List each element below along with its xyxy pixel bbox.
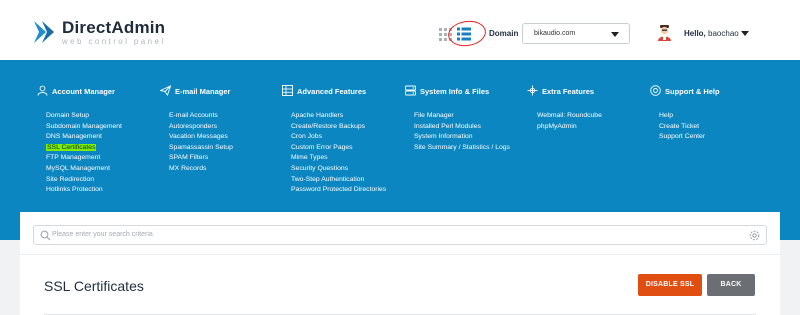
brand-name: DirectAdmin xyxy=(62,18,166,37)
lifebuoy-icon xyxy=(650,85,661,96)
menu-item-cron-jobs[interactable]: Cron Jobs xyxy=(291,132,386,143)
menu-item-create-restore-backups[interactable]: Create/Restore Backups xyxy=(291,122,386,133)
menu-item-ftp-management[interactable]: FTP Management xyxy=(46,153,122,164)
menu-item-file-manager[interactable]: File Manager xyxy=(414,111,510,122)
brand-tagline: web control panel xyxy=(62,37,166,46)
menu-item-site-redirection[interactable]: Site Redirection xyxy=(46,175,122,186)
page-title: SSL Certificates xyxy=(44,278,144,294)
menu-item-help[interactable]: Help xyxy=(659,111,705,122)
menu-item-system-information[interactable]: System Information xyxy=(414,132,510,143)
menu-item-support-center[interactable]: Support Center xyxy=(659,132,705,143)
extra-features-list: Webmail: Roundcube phpMyAdmin xyxy=(537,111,602,132)
menu-item-dns-management[interactable]: DNS Management xyxy=(46,132,122,143)
menu-item-spam-filters[interactable]: SPAM Filters xyxy=(169,153,233,164)
user-avatar-icon[interactable] xyxy=(657,24,672,41)
advanced-features-list: Apache Handlers Create/Restore Backups C… xyxy=(291,111,386,196)
menu-title-advanced-features: Advanced Features xyxy=(297,87,367,96)
puzzle-icon xyxy=(527,85,538,96)
menu-item-autoresponders[interactable]: Autoresponders xyxy=(169,122,233,133)
user-icon xyxy=(37,85,48,96)
menu-item-site-summary[interactable]: Site Summary / Statistics / Logs xyxy=(414,143,510,154)
menu-item-email-accounts[interactable]: E-mail Accounts xyxy=(169,111,233,122)
menu-title-extra-features: Extra Features xyxy=(542,87,595,96)
menu-item-create-ticket[interactable]: Create Ticket xyxy=(659,122,705,133)
menu-item-hotlinks-protection[interactable]: Hotlinks Protection xyxy=(46,185,122,196)
back-button[interactable]: BACK xyxy=(707,274,755,296)
directadmin-logo-icon[interactable] xyxy=(32,19,58,45)
menu-item-apache-handlers[interactable]: Apache Handlers xyxy=(291,111,386,122)
menu-item-installed-perl-modules[interactable]: Installed Perl Modules xyxy=(414,122,510,133)
account-manager-list: Domain Setup Subdomain Management DNS Ma… xyxy=(46,111,122,196)
menu-title-support-help: Support & Help xyxy=(665,87,720,96)
email-manager-list: E-mail Accounts Autoresponders Vacation … xyxy=(169,111,233,175)
menu-item-security-questions[interactable]: Security Questions xyxy=(291,164,386,175)
disable-ssl-button[interactable]: DISABLE SSL xyxy=(638,274,702,296)
menu-item-two-step-authentication[interactable]: Two-Step Authentication xyxy=(291,175,386,186)
menu-item-spamassassin-setup[interactable]: Spamassassin Setup xyxy=(169,143,233,154)
paper-plane-icon xyxy=(160,85,171,96)
menu-item-mysql-management[interactable]: MySQL Management xyxy=(46,164,122,175)
menu-item-password-protected-directories[interactable]: Password Protected Directories xyxy=(291,185,386,196)
content-panel: Please enter your search criteria SSL Ce… xyxy=(20,212,780,315)
menu-item-domain-setup[interactable]: Domain Setup xyxy=(46,111,122,122)
search-input[interactable]: Please enter your search criteria xyxy=(52,231,153,238)
system-info-list: File Manager Installed Perl Modules Syst… xyxy=(414,111,510,153)
server-icon xyxy=(405,85,416,96)
menu-item-subdomain-management[interactable]: Subdomain Management xyxy=(46,122,122,133)
caret-down-icon xyxy=(611,32,619,37)
menu-item-mx-records[interactable]: MX Records xyxy=(169,164,233,175)
menu-item-custom-error-pages[interactable]: Custom Error Pages xyxy=(291,143,386,154)
greeting-prefix: Hello, xyxy=(684,29,706,38)
menu-item-mime-types[interactable]: Mime Types xyxy=(291,153,386,164)
divider xyxy=(20,254,780,255)
grid-icon xyxy=(282,85,293,96)
domain-label: Domain xyxy=(489,29,519,38)
menu-item-vacation-messages[interactable]: Vacation Messages xyxy=(169,132,233,143)
user-greeting[interactable]: Hello, baochao xyxy=(684,29,739,38)
user-menu-caret-icon[interactable] xyxy=(741,31,749,36)
menu-title-email-manager: E-mail Manager xyxy=(175,87,231,96)
search-icon xyxy=(40,230,51,241)
menu-title-account-manager: Account Manager xyxy=(52,87,115,96)
menu-item-phpmyadmin[interactable]: phpMyAdmin xyxy=(537,122,602,133)
support-help-list: Help Create Ticket Support Center xyxy=(659,111,705,143)
menu-title-system-info-files: System Info & Files xyxy=(420,87,490,96)
menu-item-ssl-certificates-label: SSL Certificates xyxy=(46,143,97,151)
username: baochao xyxy=(708,29,739,38)
domain-select-value: bikaudio.com xyxy=(534,30,576,37)
search-bar[interactable]: Please enter your search criteria xyxy=(33,225,767,245)
menu-item-webmail-roundcube[interactable]: Webmail: Roundcube xyxy=(537,111,602,122)
top-header: DirectAdmin web control panel Domain bik… xyxy=(0,0,800,60)
gear-icon[interactable] xyxy=(749,230,760,241)
menu-item-ssl-certificates[interactable]: SSL Certificates xyxy=(46,143,122,154)
domain-select[interactable]: bikaudio.com xyxy=(522,23,630,44)
red-annotation-circle xyxy=(446,18,488,49)
